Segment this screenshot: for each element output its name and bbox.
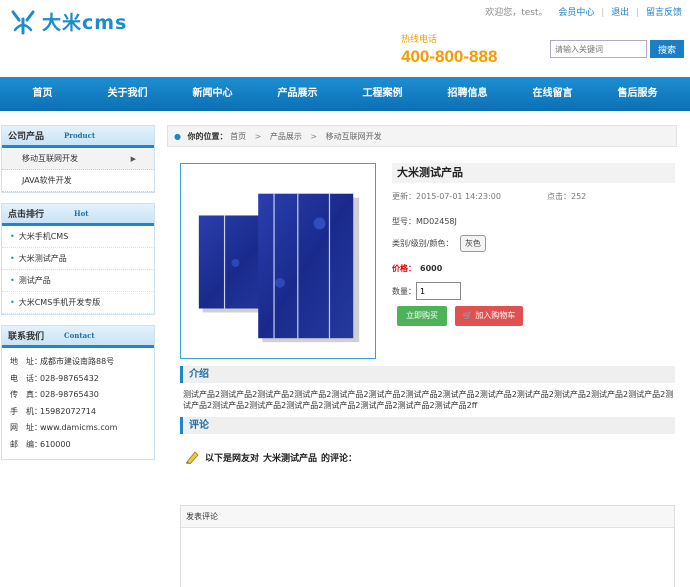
hotline: 热线电话 400-800-888 bbox=[401, 32, 497, 67]
panel-title-en: Product bbox=[64, 131, 96, 140]
logo-icon bbox=[11, 10, 35, 34]
quantity-input[interactable] bbox=[416, 282, 461, 300]
logo-text: 大米cms bbox=[42, 12, 128, 34]
hot-item[interactable]: 大米手机CMS bbox=[2, 226, 154, 248]
variant-label: 类别/级别/颜色： bbox=[392, 239, 454, 248]
quantity-label: 数量： bbox=[392, 286, 416, 296]
top-links: 欢迎您，test。 会员中心 | 退出 | 留言反馈 bbox=[485, 5, 682, 18]
breadcrumb-home[interactable]: 首页 bbox=[230, 132, 246, 141]
chevron-right-icon: > bbox=[310, 132, 318, 141]
hot-ranking-panel: 点击排行 Hot 大米手机CMS 大米测试产品 测试产品 大米CMS手机开发专版 bbox=[1, 203, 155, 315]
nav-item-jobs[interactable]: 招聘信息 bbox=[425, 77, 510, 111]
quantity-row: 数量： bbox=[392, 282, 461, 300]
product-title: 大米测试产品 bbox=[392, 163, 675, 183]
variant-row: 类别/级别/颜色： 灰色 bbox=[392, 235, 486, 252]
sidebar: 公司产品 Product 移动互联网开发 ▶ JAVA软件开发 点击排行 Hot… bbox=[1, 125, 155, 470]
main-nav: 首页 关于我们 新闻中心 产品展示 工程案例 招聘信息 在线留言 售后服务 bbox=[0, 77, 690, 111]
contact-postcode: 邮 编：610000 bbox=[10, 439, 71, 449]
price-row: 价格： 6000 bbox=[392, 263, 442, 274]
product-image[interactable] bbox=[180, 163, 376, 359]
update-info: 更新：2015-07-01 14:23:00 bbox=[392, 192, 501, 201]
hotline-number: 400-800-888 bbox=[401, 47, 498, 66]
nav-item-about[interactable]: 关于我们 bbox=[85, 77, 170, 111]
product-info: 大米测试产品 更新：2015-07-01 14:23:00 点击：252 型号：… bbox=[392, 163, 675, 300]
contact-fax: 传 真：028-98765430 bbox=[10, 390, 99, 399]
chevron-right-icon: ▶ bbox=[130, 155, 136, 163]
welcome-text: 欢迎您，test。 bbox=[485, 8, 548, 18]
nav-item-message[interactable]: 在线留言 bbox=[510, 77, 595, 111]
product-category-panel: 公司产品 Product 移动互联网开发 ▶ JAVA软件开发 bbox=[1, 125, 155, 193]
color-option-button[interactable]: 灰色 bbox=[459, 235, 486, 252]
search-button[interactable]: 搜索 bbox=[650, 40, 684, 58]
breadcrumb: ● 你的位置： 首页 > 产品展示 > 移动互联网开发 bbox=[167, 125, 677, 147]
click-count: 点击：252 bbox=[547, 192, 587, 201]
comment-intro: 以下是网友对 大米测试产品 的评论： bbox=[185, 450, 357, 464]
nav-item-cases[interactable]: 工程案例 bbox=[340, 77, 425, 111]
chevron-right-icon: > bbox=[254, 132, 262, 141]
nav-item-products[interactable]: 产品展示 bbox=[255, 77, 340, 111]
add-to-cart-button[interactable]: 🛒 加入购物车 bbox=[455, 306, 523, 326]
price-label: 价格： bbox=[392, 264, 416, 273]
hot-item[interactable]: 大米测试产品 bbox=[2, 248, 154, 270]
divider: | bbox=[636, 8, 640, 18]
main-content: ● 你的位置： 首页 > 产品展示 > 移动互联网开发 大米测试产品 更新：20… bbox=[167, 125, 677, 587]
cart-icon: 🛒 bbox=[462, 311, 473, 320]
model-number: 型号：MD02458J bbox=[392, 217, 457, 226]
category-item[interactable]: JAVA软件开发 bbox=[2, 170, 154, 192]
category-item[interactable]: 移动互联网开发 ▶ bbox=[2, 148, 154, 170]
panel-header: 联系我们 Contact bbox=[2, 326, 154, 348]
location-icon: ● bbox=[174, 132, 181, 141]
panel-title: 公司产品 bbox=[8, 132, 45, 142]
price-value: 6000 bbox=[420, 264, 443, 273]
breadcrumb-category[interactable]: 移动互联网开发 bbox=[326, 132, 382, 141]
feedback-link[interactable]: 留言反馈 bbox=[646, 8, 682, 18]
category-label: 移动互联网开发 bbox=[22, 154, 78, 163]
comments-section-header: 评论 bbox=[180, 417, 675, 434]
nav-item-service[interactable]: 售后服务 bbox=[595, 77, 680, 111]
site-logo[interactable]: 大米cms bbox=[10, 8, 127, 35]
member-center-link[interactable]: 会员中心 bbox=[558, 8, 594, 18]
hot-item[interactable]: 测试产品 bbox=[2, 270, 154, 292]
search-input[interactable] bbox=[550, 40, 647, 58]
contact-website: 网 址：www.damicms.com bbox=[10, 423, 118, 432]
contact-phone: 电 话：028-98765432 bbox=[10, 373, 99, 383]
breadcrumb-label: 你的位置： bbox=[187, 132, 228, 141]
comment-form: 发表评论 bbox=[180, 505, 675, 587]
hot-item[interactable]: 大米CMS手机开发专版 bbox=[2, 292, 154, 314]
solar-panel-image bbox=[198, 193, 360, 343]
intro-text: 测试产品2测试产品2测试产品2测试产品2测试产品2测试产品2测试产品2测试产品2… bbox=[183, 390, 674, 410]
divider: | bbox=[601, 8, 605, 18]
panel-title-en: Contact bbox=[64, 331, 95, 340]
buy-now-button[interactable]: 立即购买 bbox=[397, 306, 447, 326]
search-bar: 搜索 bbox=[550, 40, 684, 58]
post-comment-title: 发表评论 bbox=[181, 506, 674, 528]
contact-mobile: 手 机：15982072714 bbox=[10, 406, 96, 416]
panel-title: 点击排行 bbox=[8, 210, 45, 220]
panel-header: 点击排行 Hot bbox=[2, 204, 154, 226]
panel-title-en: Hot bbox=[74, 209, 89, 218]
hotline-label: 热线电话 bbox=[401, 35, 438, 45]
contact-address: 地 址：成都市建设南路88号 bbox=[10, 357, 115, 366]
logout-link[interactable]: 退出 bbox=[611, 8, 629, 18]
nav-item-news[interactable]: 新闻中心 bbox=[170, 77, 255, 111]
pencil-icon bbox=[186, 451, 199, 464]
contact-panel: 联系我们 Contact 地 址：成都市建设南路88号 电 话：028-9876… bbox=[1, 325, 155, 460]
intro-section-header: 介绍 bbox=[180, 366, 675, 383]
panel-title: 联系我们 bbox=[8, 332, 45, 342]
nav-item-home[interactable]: 首页 bbox=[0, 77, 85, 111]
breadcrumb-products[interactable]: 产品展示 bbox=[270, 132, 302, 141]
panel-header: 公司产品 Product bbox=[2, 126, 154, 148]
category-label: JAVA软件开发 bbox=[22, 176, 72, 185]
